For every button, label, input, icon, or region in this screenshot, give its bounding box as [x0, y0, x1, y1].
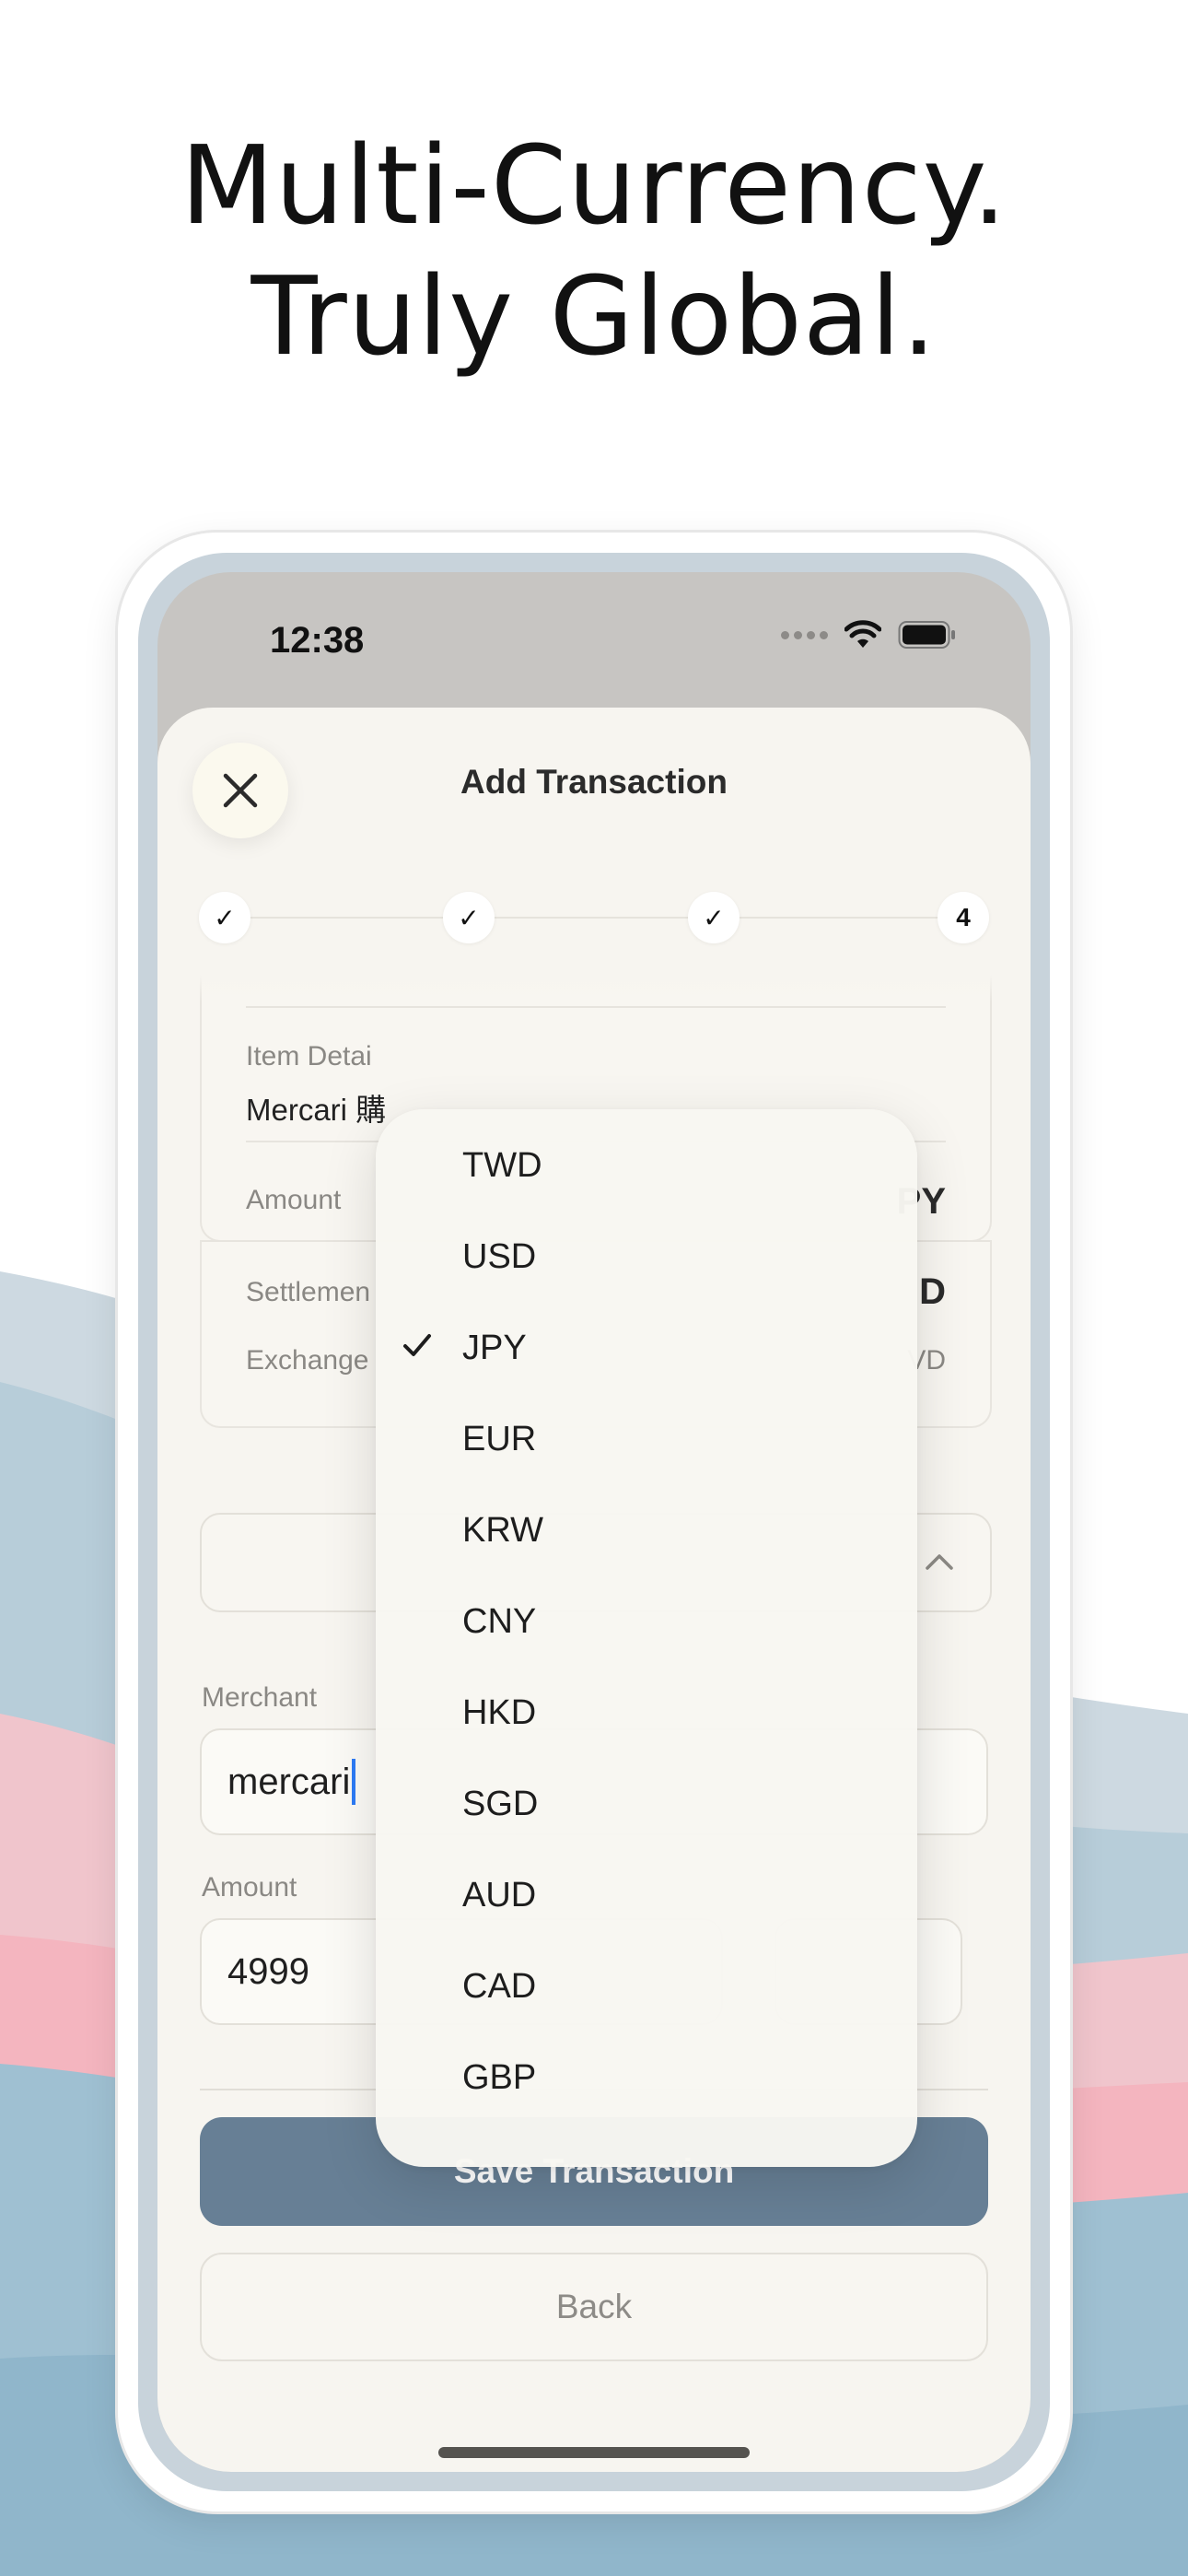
exchange-label: Exchange [246, 1345, 369, 1376]
text-caret [352, 1759, 356, 1805]
amount-label: Amount [246, 1185, 342, 1215]
currency-option-cad[interactable]: CAD [376, 1941, 917, 2032]
chevron-up-icon [926, 1554, 953, 1570]
item-details-label: Item Detai [246, 1041, 372, 1071]
marketing-headline: Multi-Currency. Truly Global. [0, 120, 1188, 381]
currency-code: HKD [462, 1693, 537, 1732]
headline-line-2: Truly Global. [250, 252, 938, 380]
settlement-label: Settlemen [246, 1277, 371, 1307]
currency-option-krw[interactable]: KRW [376, 1485, 917, 1576]
card-divider [246, 1006, 946, 1008]
currency-code: SGD [462, 1785, 539, 1823]
currency-code: TWD [462, 1146, 542, 1185]
currency-option-sgd[interactable]: SGD [376, 1759, 917, 1850]
currency-dropdown-menu: TWD USD JPY EUR KRW CNY HKD SGD AUD CAD … [376, 1109, 917, 2167]
currency-option-cny[interactable]: CNY [376, 1576, 917, 1668]
currency-code: EUR [462, 1420, 537, 1458]
currency-code: JPY [462, 1329, 527, 1367]
currency-code: GBP [462, 2058, 537, 2097]
step-4: 4 [938, 892, 989, 943]
item-details-value: Mercari 購 [246, 1093, 387, 1127]
headline-line-1: Multi-Currency. [180, 122, 1008, 249]
currency-code: CNY [462, 1602, 537, 1641]
currency-code: CAD [462, 1967, 537, 2006]
currency-option-hkd[interactable]: HKD [376, 1668, 917, 1759]
currency-option-eur[interactable]: EUR [376, 1394, 917, 1485]
amount-field-value: 4999 [227, 1950, 309, 1992]
back-button[interactable]: Back [200, 2253, 988, 2361]
wifi-icon [844, 620, 881, 648]
sheet-title: Add Transaction [460, 763, 728, 801]
currency-option-usd[interactable]: USD [376, 1212, 917, 1303]
currency-code: AUD [462, 1876, 537, 1914]
status-time: 12:38 [270, 620, 365, 661]
battery-icon [898, 621, 955, 649]
stepper-line [227, 917, 961, 919]
currency-option-aud[interactable]: AUD [376, 1850, 917, 1941]
merchant-label: Merchant [202, 1682, 318, 1713]
currency-option-gbp[interactable]: GBP [376, 2032, 917, 2124]
step-3: ✓ [688, 892, 740, 943]
add-transaction-sheet: Add Transaction ✓ ✓ ✓ 4 Item Detai Merca… [157, 708, 1031, 2472]
progress-stepper: ✓ ✓ ✓ 4 [199, 892, 989, 943]
status-icons [781, 620, 957, 650]
phone-screen: 12:38 Add Transaction ✓ ✓ ✓ 4 Item Detai… [157, 572, 1031, 2472]
currency-code: KRW [462, 1511, 543, 1550]
merchant-value: mercari [227, 1761, 351, 1802]
step-1: ✓ [199, 892, 250, 943]
currency-option-twd[interactable]: TWD [376, 1120, 917, 1212]
signal-dots-icon [781, 630, 828, 639]
step-2: ✓ [443, 892, 495, 943]
settlement-value: D [919, 1271, 946, 1312]
checkmark-icon [403, 1334, 431, 1356]
amount-field-label: Amount [202, 1872, 297, 1903]
currency-code: USD [462, 1237, 537, 1276]
currency-option-jpy[interactable]: JPY [376, 1303, 917, 1394]
home-indicator [438, 2447, 750, 2458]
scroll-fade [157, 975, 1031, 1002]
